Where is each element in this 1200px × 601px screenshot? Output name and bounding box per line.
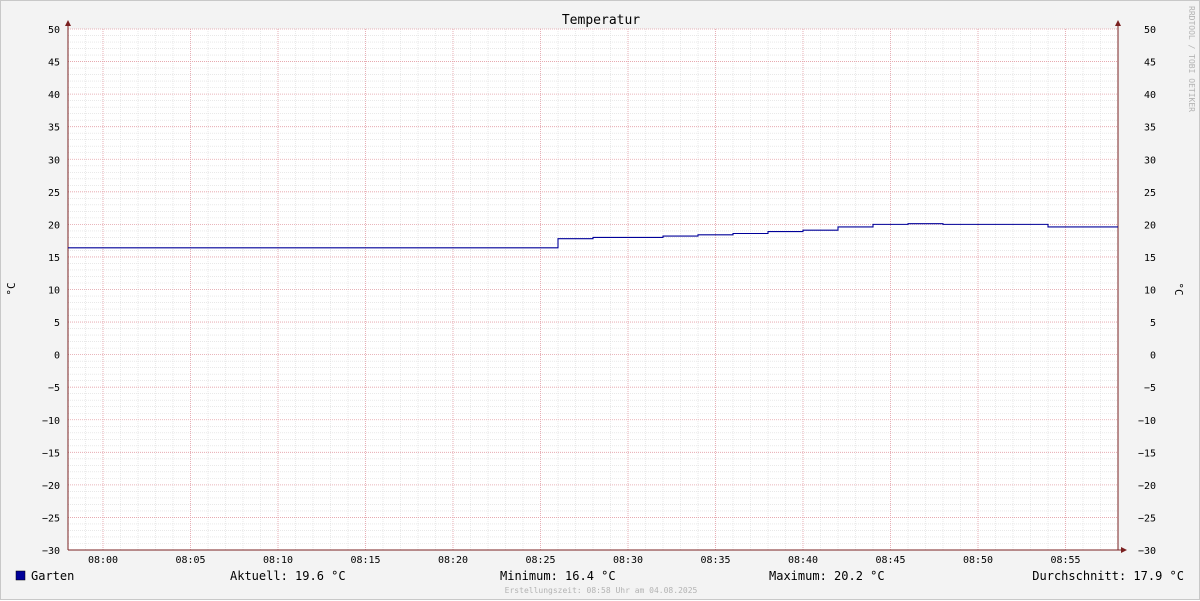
y-tick-labels-left: 50454035302520151050−5−10−15−20−25−30 <box>42 25 60 557</box>
x-tick-label: 08:00 <box>88 555 118 566</box>
y-tick-label-right: 45 <box>1144 58 1156 69</box>
x-tick-label: 08:10 <box>263 555 293 566</box>
y-tick-label-left: −20 <box>42 481 60 492</box>
y-tick-label-right: 0 <box>1150 351 1156 362</box>
y-tick-label-right: 35 <box>1144 123 1156 134</box>
y-tick-label-left: −15 <box>42 448 60 459</box>
y-tick-label-left: 50 <box>48 25 60 36</box>
temperature-chart: 50454035302520151050−5−10−15−20−25−30 50… <box>5 6 1196 595</box>
y-tick-label-left: 45 <box>48 58 60 69</box>
y-tick-label-right: −5 <box>1144 383 1156 394</box>
x-tick-label: 08:55 <box>1050 555 1080 566</box>
y-tick-label-left: 0 <box>54 351 60 362</box>
x-tick-label: 08:40 <box>788 555 818 566</box>
x-tick-label: 08:50 <box>963 555 993 566</box>
y-tick-label-right: 5 <box>1150 318 1156 329</box>
x-tick-label: 08:05 <box>175 555 205 566</box>
y-tick-label-right: −25 <box>1138 513 1156 524</box>
x-axis-arrow <box>1121 547 1127 553</box>
y-tick-label-left: 30 <box>48 155 60 166</box>
y-tick-label-right: 50 <box>1144 25 1156 36</box>
y-tick-label-left: −10 <box>42 416 60 427</box>
y-tick-label-right: 15 <box>1144 253 1156 264</box>
x-tick-label: 08:15 <box>350 555 380 566</box>
footer-timestamp: Erstellungszeit: 08:58 Uhr am 04.08.2025 <box>505 586 698 595</box>
y-axis-left-arrow <box>65 20 71 26</box>
y-axis-label-right: °C <box>1172 282 1185 295</box>
y-tick-label-right: 25 <box>1144 188 1156 199</box>
x-tick-label: 08:35 <box>700 555 730 566</box>
y-tick-label-right: −20 <box>1138 481 1156 492</box>
x-tick-label: 08:45 <box>875 555 905 566</box>
legend-current: Aktuell: 19.6 °C <box>230 569 346 583</box>
y-tick-label-left: 35 <box>48 123 60 134</box>
y-tick-label-right: −15 <box>1138 448 1156 459</box>
legend-swatch-garten <box>15 570 26 581</box>
y-tick-label-right: −10 <box>1138 416 1156 427</box>
chart-frame: 50 45 40 35 30 25 20 15 10 5 0 −5 −10 −15 −20 −25 −30 50… <box>0 0 1200 600</box>
x-tick-label: 08:20 <box>438 555 468 566</box>
legend-minimum: Minimum: 16.4 °C <box>500 569 616 583</box>
x-tick-label: 08:25 <box>525 555 555 566</box>
legend-maximum: Maximum: 20.2 °C <box>769 569 885 583</box>
legend-series-label: Garten <box>31 569 74 583</box>
y-tick-label-left: 20 <box>48 220 60 231</box>
y-tick-label-left: −5 <box>48 383 60 394</box>
y-tick-label-left: −25 <box>42 513 60 524</box>
y-tick-label-right: −30 <box>1138 546 1156 557</box>
y-tick-label-right: 20 <box>1144 220 1156 231</box>
y-tick-label-right: 40 <box>1144 90 1156 101</box>
y-tick-label-left: 10 <box>48 286 60 297</box>
y-tick-label-left: 25 <box>48 188 60 199</box>
y-tick-label-right: 10 <box>1144 286 1156 297</box>
y-tick-label-left: 15 <box>48 253 60 264</box>
watermark: RRDTOOL / TOBI OETIKER <box>1187 6 1196 112</box>
x-tick-labels: 08:00 08:05 08:10 08:15 08:20 08:25 08:30 08:35… <box>88 555 1081 566</box>
y-axis-right-arrow <box>1115 20 1121 26</box>
y-axis-label-left: °C <box>5 282 18 295</box>
y-tick-label-right: 30 <box>1144 155 1156 166</box>
y-tick-label-left: 5 <box>54 318 60 329</box>
x-tick-label: 08:30 <box>613 555 643 566</box>
y-tick-labels-right: 50454035302520151050−5−10−15−20−25−30 <box>1138 25 1156 557</box>
y-tick-label-left: 40 <box>48 90 60 101</box>
y-tick-label-left: −30 <box>42 546 60 557</box>
chart-title: Temperatur <box>562 13 640 28</box>
legend-average: Durchschnitt: 17.9 °C <box>1032 569 1184 583</box>
